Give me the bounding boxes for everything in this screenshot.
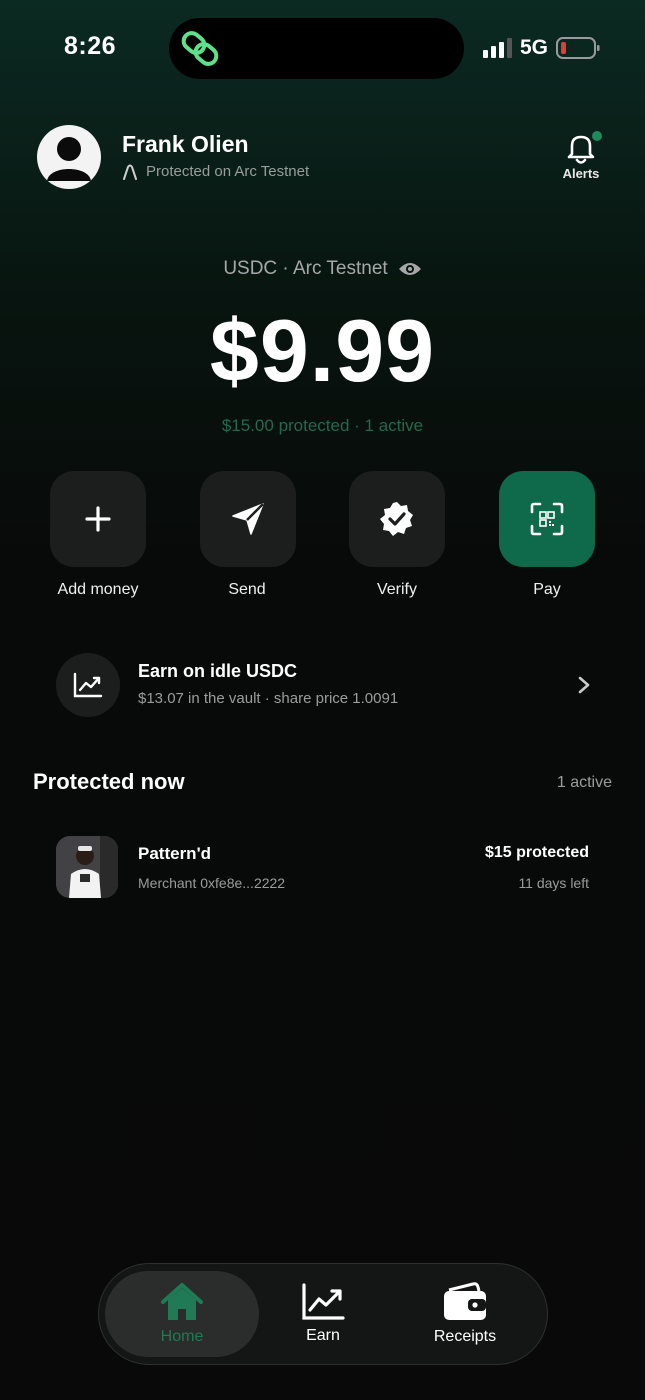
chevron-right-icon [578, 676, 590, 694]
protected-summary: $15.00 protected · 1 active [221, 416, 424, 435]
status-time: 8:26 [64, 32, 117, 60]
earn-subtitle: $13.07 in the vault · share price 1.0091 [138, 690, 399, 707]
avatar[interactable] [37, 125, 101, 189]
signal-icon [483, 38, 512, 58]
trend-chart-icon [73, 672, 103, 698]
protected-amount: $15 protected [484, 844, 589, 861]
qr-scan-icon [530, 502, 564, 536]
nav-item-home[interactable]: Home [105, 1264, 259, 1364]
alert-dot [592, 131, 602, 141]
alerts-label[interactable]: Alerts [548, 166, 614, 181]
balance-amount: $9.99 [209, 301, 436, 400]
earn-title: Earn on idle USDC [138, 661, 298, 681]
battery-icon [556, 37, 600, 59]
nav-home-label: Home [160, 1328, 204, 1345]
home-icon [161, 1283, 203, 1320]
send-label: Send [228, 581, 266, 598]
chart-icon [302, 1283, 345, 1320]
paper-plane-icon [232, 503, 264, 535]
section-count: 1 active [556, 774, 612, 791]
wallet-icon [444, 1282, 486, 1320]
plus-icon [85, 506, 111, 532]
network-status-label: Protected on Arc Testnet [146, 163, 310, 180]
nav-item-receipts[interactable]: Receipts [391, 1264, 539, 1364]
user-icon [47, 137, 91, 181]
earn-icon-circle [56, 653, 120, 717]
eye-icon[interactable] [398, 261, 422, 277]
verify-button[interactable] [349, 471, 445, 567]
balance-caption-label: USDC · Arc Testnet [223, 258, 388, 279]
add-money-button[interactable] [50, 471, 146, 567]
add-money-label: Add money [57, 581, 139, 598]
bell-icon[interactable] [562, 128, 602, 168]
pay-button[interactable] [499, 471, 595, 567]
network-status: Protected on Arc Testnet [122, 163, 309, 180]
user-name: Frank Olien [122, 131, 249, 157]
nav-receipts-label: Receipts [433, 1328, 497, 1345]
merchant-name: Pattern'd [138, 844, 211, 863]
verified-badge-icon [380, 502, 413, 536]
nav-item-earn[interactable]: Earn [249, 1264, 397, 1364]
nav-earn-label: Earn [306, 1327, 340, 1344]
arc-logo-icon [123, 164, 137, 180]
section-title: Protected now [33, 769, 185, 794]
bottom-nav: Home Earn Receipts [98, 1263, 548, 1365]
earn-row[interactable]: Earn on idle USDC $13.07 in the vault · … [36, 643, 610, 729]
protected-item[interactable]: Pattern'd Merchant 0xfe8e...2222 $15 pro… [36, 822, 610, 912]
send-button[interactable] [200, 471, 296, 567]
verify-label: Verify [376, 581, 417, 598]
merchant-avatar [56, 836, 118, 898]
merchant-address: Merchant 0xfe8e...2222 [138, 875, 286, 891]
balance-caption: USDC · Arc Testnet [0, 258, 645, 280]
network-label: 5G [520, 36, 549, 59]
days-left: 11 days left [518, 875, 589, 891]
pay-label: Pay [533, 581, 561, 598]
link-rings-icon [181, 31, 219, 66]
